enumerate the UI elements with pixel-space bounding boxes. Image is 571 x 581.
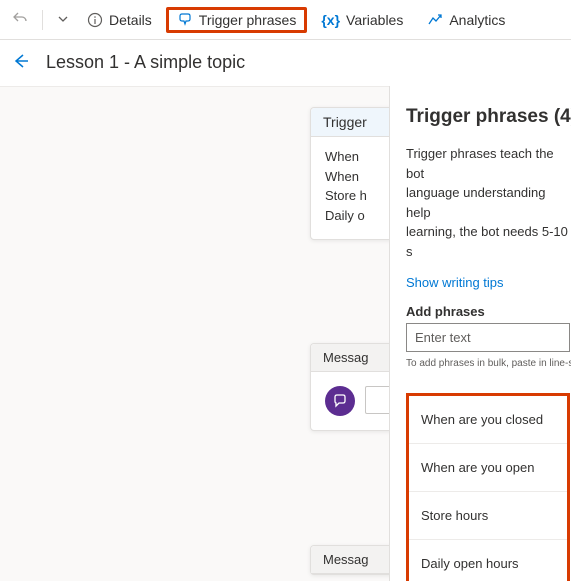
placeholder-text: Enter text	[415, 330, 471, 345]
details-tab[interactable]: Details	[77, 8, 162, 32]
panel-description: Trigger phrases teach the bot language u…	[406, 144, 571, 261]
panel-desc-line: language understanding help	[406, 185, 546, 220]
page-title: Lesson 1 - A simple topic	[46, 52, 245, 73]
variables-icon: {x}	[321, 12, 340, 28]
info-icon	[87, 12, 103, 28]
panel-desc-line: Trigger phrases teach the bot	[406, 146, 554, 181]
chevron-down-icon[interactable]	[53, 12, 73, 28]
analytics-tab[interactable]: Analytics	[417, 8, 515, 32]
writing-tips-link[interactable]: Show writing tips	[406, 275, 571, 290]
add-phrase-input[interactable]: Enter text	[406, 323, 570, 352]
phrase-item[interactable]: When are you open	[409, 444, 567, 492]
phrase-item[interactable]: Daily open hours	[409, 540, 567, 581]
top-toolbar: Details Trigger phrases {x} Variables An…	[0, 0, 571, 40]
panel-desc-line: learning, the bot needs 5-10 s	[406, 224, 568, 259]
phrase-item[interactable]: When are you closed	[409, 396, 567, 444]
panel-title: Trigger phrases (4)	[406, 106, 571, 128]
toolbar-divider	[42, 10, 43, 30]
trigger-phrases-tab[interactable]: Trigger phrases	[166, 7, 308, 33]
trigger-label: Trigger phrases	[199, 12, 297, 28]
trigger-icon	[177, 12, 193, 28]
undo-button[interactable]	[8, 10, 32, 29]
chat-icon	[325, 386, 355, 416]
variables-tab[interactable]: {x} Variables	[311, 8, 413, 32]
analytics-label: Analytics	[449, 12, 505, 28]
analytics-icon	[427, 12, 443, 28]
phrase-item[interactable]: Store hours	[409, 492, 567, 540]
trigger-phrases-panel: Trigger phrases (4) Trigger phrases teac…	[389, 86, 571, 581]
bulk-hint: To add phrases in bulk, paste in line-se…	[406, 358, 571, 369]
phrase-list: When are you closed When are you open St…	[406, 393, 570, 581]
back-button[interactable]	[12, 52, 30, 73]
details-label: Details	[109, 12, 152, 28]
add-phrases-label: Add phrases	[406, 304, 571, 319]
page-header: Lesson 1 - A simple topic	[0, 40, 571, 84]
variables-label: Variables	[346, 12, 403, 28]
